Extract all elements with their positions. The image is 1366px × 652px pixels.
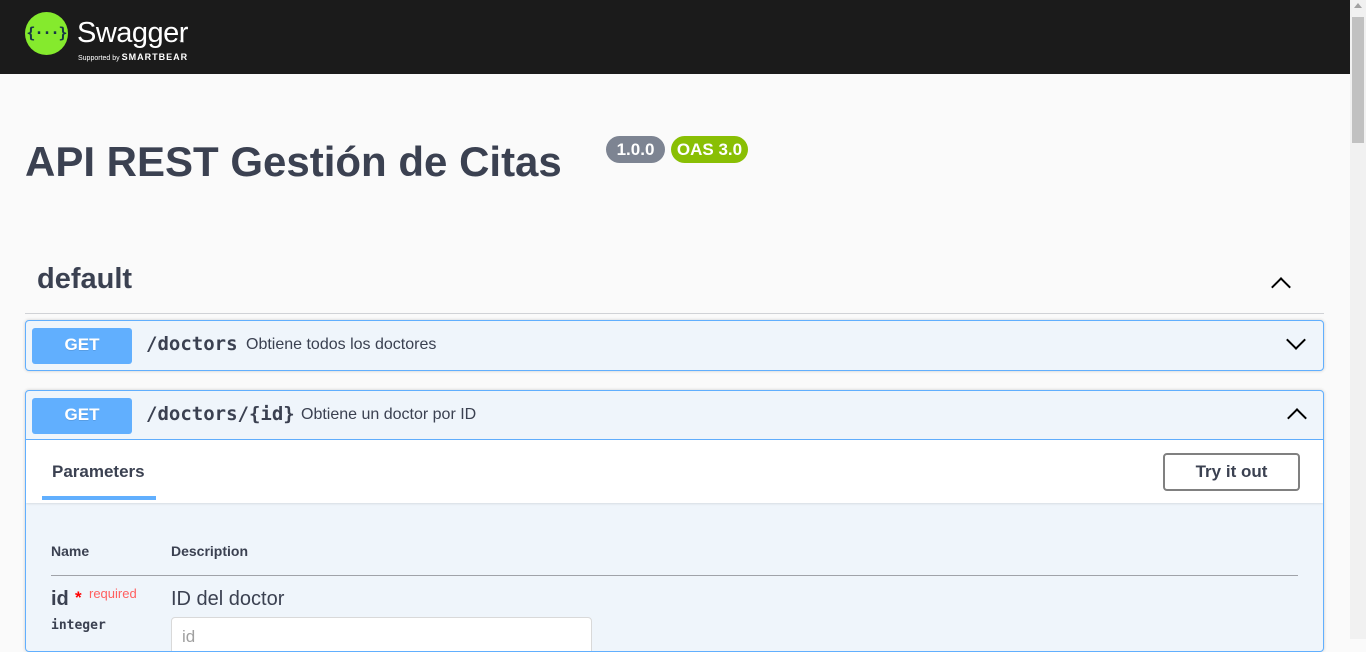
logo-subtitle: Supported by SMARTBEAR <box>78 52 188 62</box>
logo-trademark: ™ <box>179 40 184 46</box>
api-title: API REST Gestión de Citas <box>25 138 562 185</box>
topbar: {···} Swagger ™ Supported by SMARTBEAR <box>0 0 1350 74</box>
tag-section-header[interactable]: default <box>25 255 1324 314</box>
tag-title[interactable]: default <box>37 263 132 296</box>
method-badge: GET <box>32 328 132 364</box>
id-input[interactable] <box>171 617 592 651</box>
logo-glyph: {···} <box>26 24 67 42</box>
operation-summary[interactable]: GET /doctors Obtiene todos los doctores <box>26 321 1323 369</box>
parameter-name: id <box>51 588 69 610</box>
column-header-description: Description <box>171 543 249 559</box>
operation-description: Obtiene todos los doctores <box>246 336 437 353</box>
required-star: * <box>75 588 82 607</box>
scroll-up-arrow-icon[interactable] <box>1354 3 1362 8</box>
scrollbar[interactable] <box>1350 0 1366 639</box>
operation-description: Obtiene un doctor por ID <box>301 406 477 423</box>
operation-path: /doctors/{id} <box>146 403 295 425</box>
chevron-up-icon[interactable] <box>1271 277 1291 297</box>
parameters-header: Parameters <box>26 440 1323 503</box>
swagger-logo-icon[interactable]: {···} <box>25 12 68 55</box>
table-divider <box>51 575 1298 576</box>
scroll-thumb[interactable] <box>1352 17 1364 143</box>
chevron-down-icon[interactable] <box>1286 330 1306 350</box>
company-name: SMARTBEAR <box>121 52 189 62</box>
try-it-out-button[interactable]: Try it out <box>1163 453 1300 491</box>
method-badge: GET <box>32 398 132 434</box>
logo-wordmark[interactable]: Swagger <box>77 17 188 49</box>
operation-path: /doctors <box>146 333 238 355</box>
operation-get-doctors: GET /doctors Obtiene todos los doctores <box>25 320 1324 371</box>
required-label: required <box>89 586 137 601</box>
tab-active-indicator <box>42 496 156 500</box>
oas-badge: OAS 3.0 <box>671 136 748 163</box>
supported-by-text: Supported by <box>78 55 120 62</box>
chevron-up-icon[interactable] <box>1287 408 1307 428</box>
version-badge: 1.0.0 <box>606 136 665 163</box>
operation-summary[interactable]: GET /doctors/{id} Obtiene un doctor por … <box>26 391 1323 440</box>
parameter-type: integer <box>51 618 106 633</box>
operation-get-doctor-by-id: GET /doctors/{id} Obtiene un doctor por … <box>25 390 1324 652</box>
column-header-name: Name <box>51 543 90 559</box>
parameter-description: ID del doctor <box>171 588 285 610</box>
tab-parameters[interactable]: Parameters <box>52 462 145 482</box>
